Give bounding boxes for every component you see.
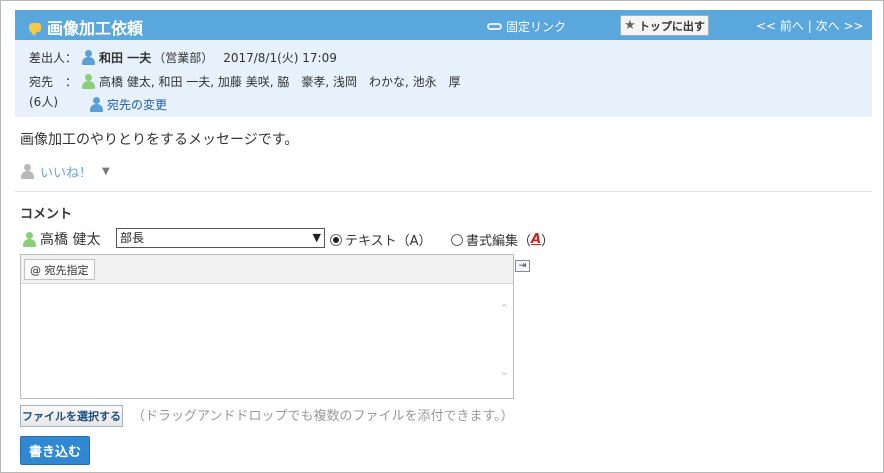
comment-heading: コメント [20,207,73,222]
sender-row: 差出人： 和田 一夫 （営業部） 2017/8/1(火) 17:09 [29,49,337,66]
mention-button[interactable]: @ 宛先指定 [24,259,95,280]
pin-to-top-label: トップに出す [638,19,705,33]
recipients-list: 高橋 健太, 和田 一夫, 加藤 美咲, 脇 豪孝, 浅岡 わかな, 池永 厚 [99,75,461,89]
caret-down-icon[interactable]: ▼ [102,166,110,177]
role-select[interactable]: 部長 ▼ [116,228,325,248]
user-icon [89,97,103,112]
permalink-link[interactable]: 固定リンク [487,18,566,35]
user-icon [81,74,96,89]
speech-bubble-icon [29,22,41,36]
sender-name[interactable]: 和田 一夫 [99,49,151,66]
rich-text-a-icon: A [531,232,542,247]
role-select-value: 部長 [120,231,145,245]
sender-label: 差出人： [29,51,78,65]
like-button[interactable]: いいね！ [40,162,92,181]
format-text-label: テキスト（A） [345,234,432,249]
file-drop-note: （ドラッグアンドドロップでも複数のファイルを添付できます。） [132,409,514,424]
message-title: 画像加工依頼 [29,15,143,39]
user-icon [81,50,96,65]
comment-editor: @ 宛先指定 ⌃ ⌄ [20,254,514,399]
like-control: いいね！ ▼ [20,162,110,181]
comment-textarea[interactable] [21,285,497,397]
radio-checked[interactable] [330,233,342,246]
change-recipients-label: 宛先の変更 [107,98,168,112]
star-icon: ★ [624,18,636,33]
sender-dept: （営業部） [153,51,214,65]
next-link[interactable]: 次へ >> [816,19,864,33]
permalink-label: 固定リンク [506,20,567,34]
prev-link[interactable]: << 前へ [756,19,804,33]
change-recipients-link[interactable]: 宛先の変更 [89,96,167,113]
scroll-down-icon[interactable]: ⌄ [500,365,509,378]
editor-toolbar: @ 宛先指定 [21,255,513,284]
format-rich-label-prefix: 書式編集（ [466,234,532,249]
pin-to-top-button[interactable]: ★ トップに出す [620,15,709,36]
format-text-radio[interactable]: テキスト（A） [330,230,432,249]
pager-separator: | [807,19,812,33]
sent-datetime: 2017/8/1(火) 17:09 [223,51,337,65]
like-user-icon [20,164,34,179]
radio-unchecked[interactable] [451,233,463,246]
comment-author: 高橋 健太 [22,229,100,249]
divider [15,191,872,192]
comment-author-name: 高橋 健太 [40,232,101,248]
user-icon [22,231,36,247]
message-window: 画像加工依頼 固定リンク ★ トップに出す << 前へ | 次へ >> 差出人：… [0,0,884,473]
message-title-text: 画像加工依頼 [47,19,144,38]
message-pager: << 前へ | 次へ >> [756,17,864,34]
file-select-button[interactable]: ファイルを選択する [20,405,123,427]
recipients-count: (6人) [29,95,58,109]
format-rich-radio[interactable]: 書式編集（ A） [451,230,554,249]
message-meta: 差出人： 和田 一夫 （営業部） 2017/8/1(火) 17:09 宛先 ： … [15,40,872,117]
recipients-label: 宛先 ： [29,75,78,89]
chain-link-icon [487,23,502,30]
recipients-row: 宛先 ： 高橋 健太, 和田 一夫, 加藤 美咲, 脇 豪孝, 浅岡 わかな, … [29,73,461,90]
scroll-up-icon[interactable]: ⌃ [500,302,509,315]
expand-editor-icon[interactable]: ⇥ [515,260,530,272]
chevron-down-icon: ▼ [312,231,321,244]
submit-button[interactable]: 書き込む [20,436,90,465]
message-header: 画像加工依頼 固定リンク ★ トップに出す << 前へ | 次へ >> [15,10,872,40]
format-rich-label-suffix: ） [541,234,555,249]
message-body: 画像加工のやりとりをするメッセージです。 [20,132,299,148]
